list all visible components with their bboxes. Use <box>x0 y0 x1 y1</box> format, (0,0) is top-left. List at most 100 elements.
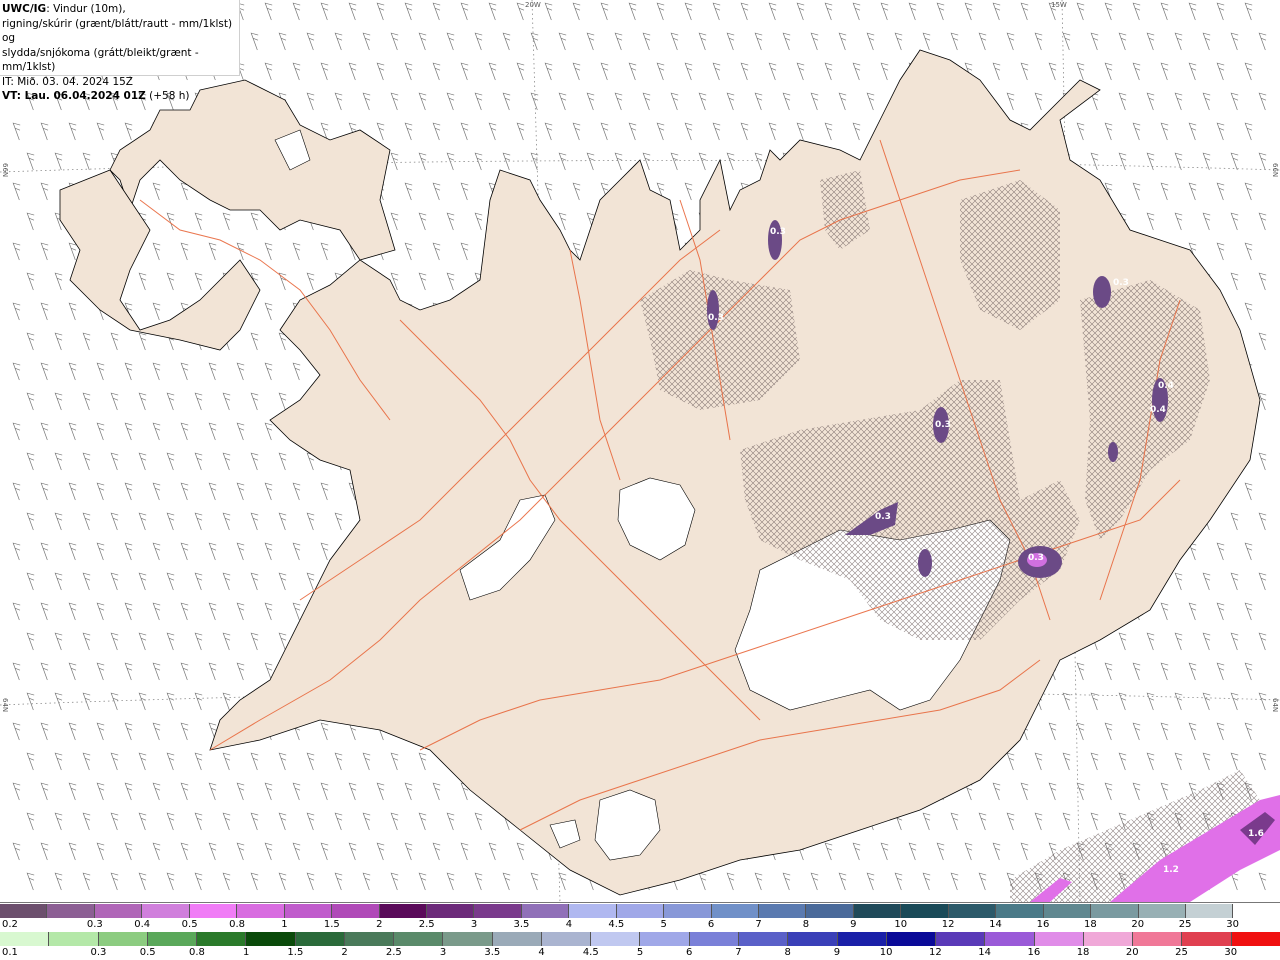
scale-tick-label: 1.5 <box>287 947 304 958</box>
scale-color-cell <box>591 932 641 946</box>
scale-color-cell <box>49 932 99 946</box>
scale-color-cell <box>901 904 949 918</box>
precip-label: 1.6 <box>1248 829 1264 839</box>
scale-color-cell <box>332 904 380 918</box>
scale-tick-label: 1 <box>242 947 250 958</box>
scale-color-cell <box>474 904 522 918</box>
scale-color-cell <box>1043 904 1092 918</box>
precip-label: 1.2 <box>1163 865 1179 875</box>
scale-color-cell <box>147 932 198 946</box>
scale-color-cell <box>996 904 1044 918</box>
scale-tick-label: 9 <box>833 947 841 958</box>
rain-color-scale <box>0 932 1280 946</box>
precip-label: 0.3 <box>935 420 951 430</box>
scale-tick-label: 5 <box>636 947 644 958</box>
scale-tick-label: 14 <box>989 919 1002 930</box>
scale-tick-label: 18 <box>1083 919 1097 930</box>
scale-tick-label: 4.5 <box>582 947 599 958</box>
scale-tick-label: 30 <box>1226 919 1239 930</box>
scale-tick-label: 0.3 <box>86 919 103 930</box>
scale-color-cell <box>569 904 617 918</box>
scale-tick-label: 3 <box>470 919 478 930</box>
scale-color-cell <box>837 932 887 946</box>
scale-color-cell <box>189 904 238 918</box>
info-lead-time: (+58 h) <box>145 90 190 102</box>
scale-color-cell <box>521 904 570 918</box>
scale-tick-label: 0.3 <box>90 947 107 958</box>
scale-color-cell <box>1133 932 1183 946</box>
scale-tick-label: 6 <box>707 919 715 930</box>
scale-tick-label: 1.5 <box>323 919 340 930</box>
info-line-3: slydda/snjókoma (grátt/bleikt/grænt - mm… <box>2 46 199 74</box>
scale-tick-label: 8 <box>802 919 810 930</box>
scale-tick-label: 2.5 <box>418 919 435 930</box>
scale-color-cell <box>94 904 143 918</box>
lat-label-left-64n: 64N <box>1 698 9 713</box>
scale-color-cell <box>284 904 333 918</box>
info-line-1-rest: : Vindur (10m), <box>46 3 126 15</box>
scale-color-cell <box>936 932 986 946</box>
scale-color-cell <box>1091 904 1139 918</box>
scale-tick-label: 30 <box>1224 947 1238 958</box>
scale-tick-label: 4 <box>538 947 545 958</box>
scale-color-cell <box>1034 932 1084 946</box>
info-valid-time: VT: Lau. 06.04.2024 01Z <box>2 90 146 102</box>
scale-tick-label: 8 <box>784 947 791 958</box>
precip-label: 0.4 <box>1158 381 1174 391</box>
scale-color-cell <box>664 904 712 918</box>
scale-tick-label: 7 <box>755 919 762 930</box>
scale-color-cell <box>197 932 247 946</box>
scale-color-cell <box>426 904 475 918</box>
scale-tick-label: 16 <box>1036 919 1050 930</box>
lat-label-left-66n: 66N <box>1 163 9 178</box>
precip-label: 0.3 <box>770 227 786 237</box>
scale-tick-label: 2 <box>341 947 348 958</box>
info-line-1: UWC/IG: Vindur (10m), <box>2 2 239 17</box>
scale-color-cell <box>853 904 902 918</box>
scale-tick-label: 4.5 <box>608 919 625 930</box>
scale-color-cell <box>98 932 148 946</box>
lon-label-15w: 15W <box>1051 1 1067 9</box>
scale-color-cell <box>985 932 1035 946</box>
precip-label: 0.3 <box>1028 553 1044 563</box>
scale-tick-label: 12 <box>941 919 955 930</box>
scale-color-cell <box>1185 904 1234 918</box>
scale-tick-label: 12 <box>929 947 942 958</box>
scale-color-cell <box>1083 932 1134 946</box>
scale-color-cell <box>443 932 493 946</box>
scale-tick-label: 3 <box>439 947 447 958</box>
scale-color-cell <box>0 904 48 918</box>
scale-color-cell <box>616 904 665 918</box>
scale-color-cell <box>1182 932 1232 946</box>
scale-tick-label: 7 <box>735 947 742 958</box>
precip-label: 0.3 <box>708 313 724 323</box>
scale-tick-label: 0.1 <box>2 947 18 958</box>
scale-color-cell <box>142 904 190 918</box>
info-model: UWC/IG <box>2 3 47 15</box>
scale-tick-label: 3.5 <box>513 919 530 930</box>
scale-color-cell <box>246 932 296 946</box>
rain-scale-ticks: 0.1 0.3 0.5 0.8 1 1.5 2 2.5 3 3.5 4 4.5 5 6 7 8 9 10 12 14 1… <box>0 947 1280 959</box>
scale-tick-label: 6 <box>686 947 693 958</box>
scale-color-cell <box>759 904 807 918</box>
scale-color-cell <box>237 904 285 918</box>
scale-color-cell <box>394 932 444 946</box>
scale-color-cell <box>344 932 395 946</box>
scale-color-cell <box>689 932 739 946</box>
scale-tick-label: 10 <box>894 919 908 930</box>
scale-color-cell <box>47 904 95 918</box>
map-bottom-border <box>0 902 1280 903</box>
scale-tick-label: 25 <box>1178 919 1192 930</box>
scale-tick-label: 20 <box>1125 947 1139 958</box>
scale-tick-label: 4 <box>565 919 573 930</box>
scale-tick-label: 10 <box>879 947 893 958</box>
scale-color-cell <box>1233 904 1280 918</box>
info-line-2: rigning/skúrir (grænt/blátt/rautt - mm/1… <box>2 17 233 45</box>
map-info-box: UWC/IG: Vindur (10m), rigning/skúrir (gr… <box>0 0 240 102</box>
scale-color-cell <box>379 904 427 918</box>
scale-color-cell <box>640 932 690 946</box>
lat-label-right-64n: 64N <box>1271 698 1279 713</box>
scale-tick-label: 25 <box>1175 947 1188 958</box>
lat-label-right-66n: 66N <box>1271 163 1279 178</box>
scale-color-cell <box>492 932 542 946</box>
